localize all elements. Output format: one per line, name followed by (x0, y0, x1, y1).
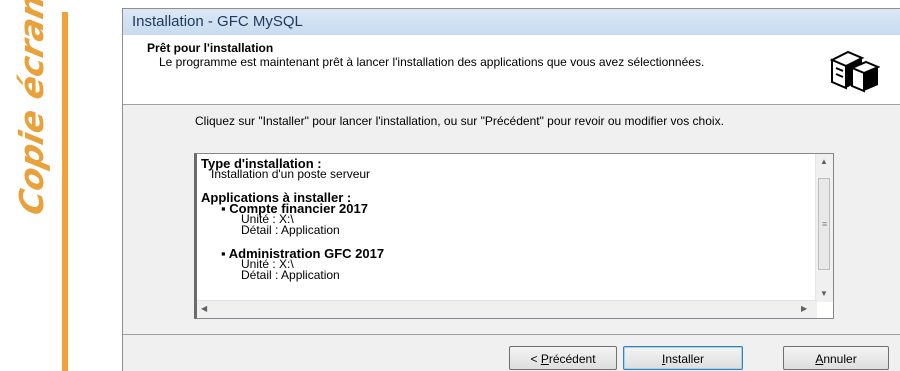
scroll-left-icon[interactable]: ◀ (201, 304, 207, 314)
cancel-button[interactable]: Annuler (783, 346, 889, 370)
back-button[interactable]: < Précédent (509, 346, 617, 370)
install-button[interactable]: Installer (623, 346, 743, 370)
app-detail: Détail : Application (241, 268, 340, 282)
app-detail: Détail : Application (241, 223, 340, 237)
vertical-scrollbar[interactable]: ▲ ≡ ▼ (815, 154, 833, 302)
scroll-down-icon[interactable]: ▼ (820, 289, 828, 299)
wizard-header: Prêt pour l'installation Le programme es… (123, 35, 900, 105)
title-bar[interactable]: Installation - GFC MySQL (123, 9, 900, 36)
window-title: Installation - GFC MySQL (132, 13, 303, 30)
footer-divider (123, 334, 900, 335)
install-type-value: Installation d'un poste serveur (211, 167, 371, 181)
horizontal-scrollbar[interactable]: ◀ ▶ (197, 300, 817, 318)
header-title: Prêt pour l'installation (147, 41, 274, 55)
header-description: Le programme est maintenant prêt à lance… (159, 55, 705, 69)
side-label-text: Copie écran (12, 0, 51, 219)
scroll-up-icon[interactable]: ▲ (820, 157, 828, 167)
scroll-right-icon[interactable]: ▶ (801, 304, 807, 314)
summary-box[interactable]: Type d'installation : Installation d'un … (194, 153, 834, 319)
computer-disk-icon (828, 46, 880, 94)
accent-bar (62, 12, 68, 371)
grip-icon: ≡ (822, 219, 828, 229)
installer-window: Installation - GFC MySQL Prêt pour l'ins… (122, 8, 900, 371)
summary-content: Type d'installation : Installation d'un … (201, 157, 811, 282)
scroll-thumb[interactable]: ≡ (818, 178, 830, 270)
side-label: Copie écran (4, 0, 54, 218)
instructions-text: Cliquez sur "Installer" pour lancer l'in… (195, 114, 724, 128)
